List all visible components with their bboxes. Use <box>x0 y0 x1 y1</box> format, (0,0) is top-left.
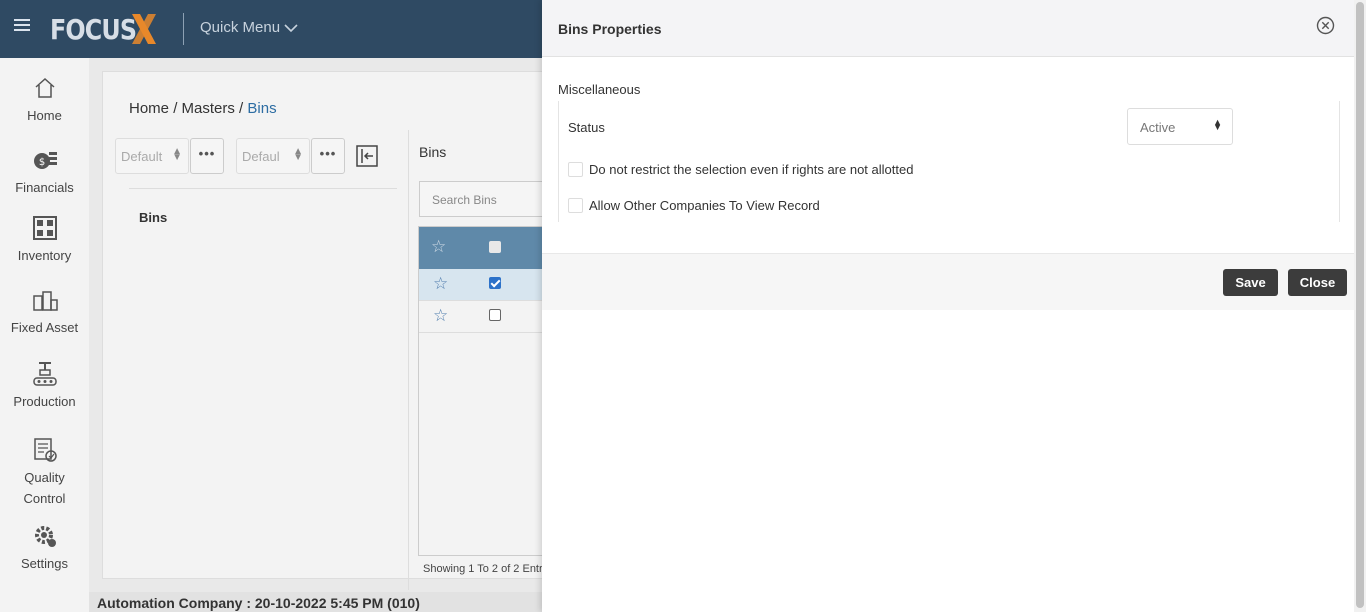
sidebar-item-fixed-asset[interactable]: Fixed Asset <box>0 286 89 335</box>
status-bar: Automation Company : 20-10-2022 5:45 PM … <box>89 592 549 612</box>
sidebar-item-label: Quality <box>24 470 65 485</box>
topbar-divider <box>183 13 184 45</box>
sidebar-item-home[interactable]: Home <box>0 74 89 123</box>
home-icon <box>35 77 54 98</box>
allow-other-companies-label: Allow Other Companies To View Record <box>589 198 820 213</box>
view-select-1[interactable]: Default ▲ ▼ <box>115 138 189 174</box>
star-icon[interactable]: ☆ <box>433 306 448 326</box>
close-button[interactable]: Close <box>1288 269 1347 296</box>
settings-icon <box>34 526 56 547</box>
logo-x-icon <box>132 14 156 44</box>
list-title: Bins <box>419 144 447 160</box>
inventory-icon <box>32 216 57 240</box>
sidebar-item-financials[interactable]: $ Financials <box>0 146 89 195</box>
breadcrumb-masters[interactable]: Masters <box>182 100 235 117</box>
allow-other-companies-checkbox-row[interactable]: Allow Other Companies To View Record <box>568 198 820 213</box>
sidebar-item-label-line2: Control <box>23 491 66 506</box>
select-arrows-icon: ▲ ▼ <box>172 146 182 163</box>
star-header-icon[interactable]: ☆ <box>431 237 446 257</box>
sidebar-item-label: Fixed Asset <box>10 320 79 335</box>
breadcrumb-current: Bins <box>247 100 277 117</box>
breadcrumb-separator: / <box>173 100 178 117</box>
status-select-value: Active <box>1140 120 1176 135</box>
do-not-restrict-checkbox[interactable] <box>568 162 583 177</box>
sidebar-item-inventory[interactable]: Inventory <box>0 214 89 263</box>
pagination-info: Showing 1 To 2 of 2 Entries <box>423 563 557 575</box>
more-options-button-1[interactable]: ••• <box>190 138 224 174</box>
sidebar-item-label: Financials <box>15 180 74 195</box>
dialog-title: Bins Properties <box>558 21 662 37</box>
panel-splitter <box>408 130 409 590</box>
svg-text:$: $ <box>38 157 44 168</box>
do-not-restrict-label: Do not restrict the selection even if ri… <box>589 162 914 177</box>
collapse-panel-icon[interactable] <box>356 145 378 167</box>
sidebar-item-label: Home <box>27 108 62 123</box>
focus-logo[interactable]: FOCUS <box>50 12 156 46</box>
do-not-restrict-checkbox-row[interactable]: Do not restrict the selection even if ri… <box>568 162 913 177</box>
more-dots-icon: ••• <box>319 146 337 161</box>
close-icon[interactable] <box>1316 16 1335 35</box>
sidebar-item-label: Settings <box>21 556 68 571</box>
bins-panel: Home / Masters / Bins Default ▲ ▼ ••• Def… <box>102 71 579 590</box>
row-checkbox[interactable] <box>489 309 501 321</box>
sidebar-item-quality-control[interactable]: Quality Control <box>0 436 89 506</box>
section-title-miscellaneous: Miscellaneous <box>558 82 641 97</box>
allow-other-companies-checkbox[interactable] <box>568 198 583 213</box>
fixed-asset-icon <box>32 291 58 311</box>
quick-menu-dropdown[interactable]: Quick Menu <box>200 19 298 36</box>
sidebar-item-settings[interactable]: Settings <box>0 522 89 571</box>
scrollbar-thumb[interactable] <box>1356 2 1364 608</box>
breadcrumb-separator: / <box>239 100 244 117</box>
dialog-scrollbar[interactable] <box>1354 0 1366 612</box>
select-arrows-icon: ▲ ▼ <box>293 146 303 163</box>
sidebar-item-production[interactable]: Production <box>0 360 89 409</box>
view-select-1-value: Default <box>121 148 163 164</box>
tree-divider <box>129 188 397 189</box>
quality-control-icon <box>33 438 57 462</box>
chevron-down-icon <box>284 23 298 32</box>
sidebar-item-label: Inventory <box>17 248 72 263</box>
save-button[interactable]: Save <box>1223 269 1278 296</box>
select-all-checkbox[interactable] <box>489 241 501 253</box>
status-select[interactable]: Active ▲ ▼ <box>1127 108 1233 145</box>
status-label: Status <box>568 120 605 135</box>
view-select-2-value: Defaul <box>242 148 280 164</box>
breadcrumb: Home / Masters / Bins <box>129 100 277 117</box>
sidebar-item-label: Production <box>13 394 76 409</box>
status-bar-text: Automation Company : 20-10-2022 5:45 PM … <box>97 595 420 611</box>
logo-text: FOCUS <box>50 12 137 46</box>
hamburger-menu-icon[interactable] <box>14 19 30 33</box>
breadcrumb-home[interactable]: Home <box>129 100 169 117</box>
dialog-header: Bins Properties <box>542 0 1354 57</box>
quick-menu-label: Quick Menu <box>200 19 281 36</box>
financials-icon: $ <box>33 152 57 169</box>
row-checkbox[interactable] <box>489 277 501 289</box>
search-placeholder: Search Bins <box>432 193 497 207</box>
view-select-2[interactable]: Defaul ▲ ▼ <box>236 138 310 174</box>
tree-root-bins[interactable]: Bins <box>139 210 167 225</box>
more-options-button-2[interactable]: ••• <box>311 138 345 174</box>
select-arrows-icon: ▲ ▼ <box>1213 117 1222 132</box>
sidebar: Home $ Financials Inventory Fixed Asset … <box>0 58 89 612</box>
star-icon[interactable]: ☆ <box>433 274 448 294</box>
bins-properties-dialog: Bins Properties Miscellaneous Status Act… <box>542 0 1366 612</box>
production-icon <box>32 362 57 386</box>
more-dots-icon: ••• <box>198 146 216 161</box>
dialog-footer: Save Close <box>542 253 1354 310</box>
